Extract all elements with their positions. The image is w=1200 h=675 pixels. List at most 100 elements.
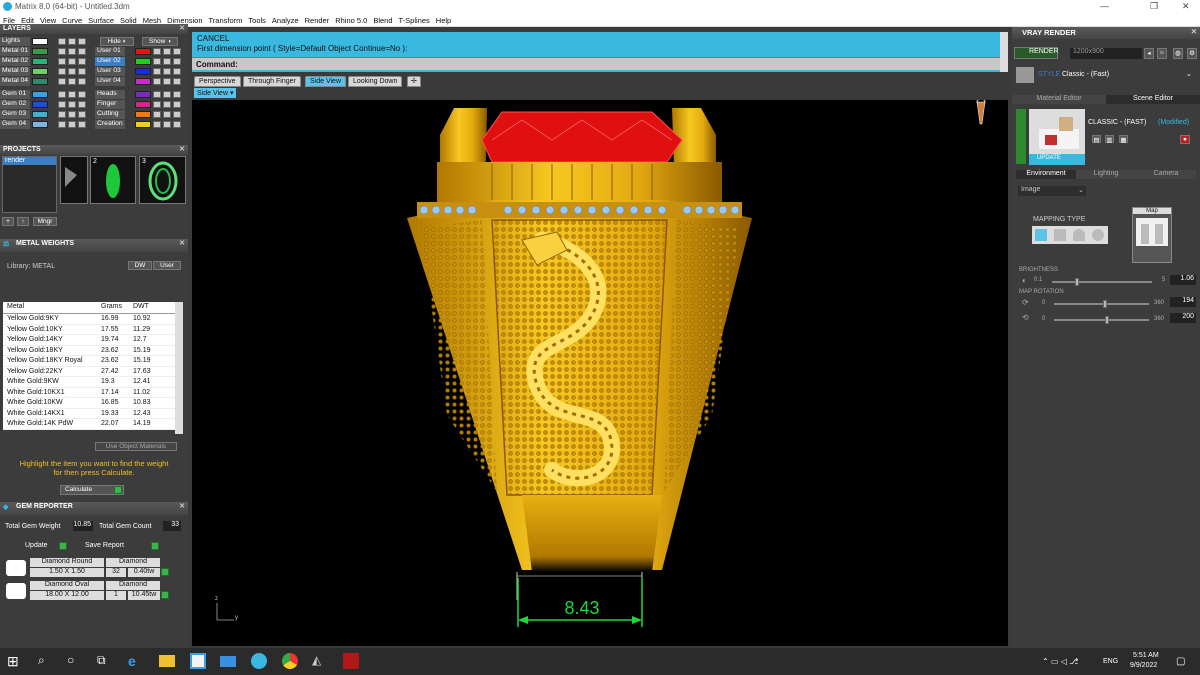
layer-row[interactable]: Lights xyxy=(0,37,90,46)
menu-render[interactable]: Render xyxy=(302,14,333,25)
windows-start-icon[interactable]: ⊞ xyxy=(7,653,23,669)
cortana-icon[interactable]: ○ xyxy=(67,653,83,669)
lock-icon[interactable] xyxy=(153,48,161,55)
select-icon[interactable] xyxy=(78,91,86,98)
select-icon[interactable] xyxy=(173,48,181,55)
store-icon[interactable] xyxy=(190,653,206,669)
layer-name[interactable]: Metal 01 xyxy=(0,47,30,56)
box-map-icon[interactable] xyxy=(1054,229,1066,241)
lock-icon[interactable] xyxy=(153,91,161,98)
brightness-slider[interactable] xyxy=(1052,278,1152,286)
lock-icon[interactable] xyxy=(58,111,66,118)
layer-row[interactable]: User 03 xyxy=(95,67,185,76)
visibility-icon[interactable] xyxy=(163,121,171,128)
chrome-icon[interactable] xyxy=(282,653,298,669)
delete-icon[interactable]: ● xyxy=(1180,135,1190,144)
lock-icon[interactable] xyxy=(58,91,66,98)
layer-row[interactable]: Gem 04 xyxy=(0,120,90,129)
menu-analyze[interactable]: Analyze xyxy=(269,14,302,25)
layer-name[interactable]: User 03 xyxy=(95,67,125,76)
up-project-button[interactable]: ↑ xyxy=(17,217,29,226)
project-thumb-1[interactable] xyxy=(60,156,88,204)
visibility-icon[interactable] xyxy=(68,48,76,55)
show-button[interactable]: Show ◑ xyxy=(142,37,178,46)
layer-name[interactable]: Creation xyxy=(95,120,125,129)
table-scrollbar[interactable] xyxy=(175,302,183,434)
sun-icon[interactable]: ☼ xyxy=(1157,48,1167,59)
layer-color-swatch[interactable] xyxy=(32,58,48,65)
lock-icon[interactable] xyxy=(58,58,66,65)
paste-icon[interactable]: ▦ xyxy=(1119,135,1128,144)
dw-toggle[interactable]: DW xyxy=(128,261,152,270)
layer-name[interactable]: Gem 03 xyxy=(0,110,30,119)
table-row[interactable]: White Gold:9KW 19.3 12.41 xyxy=(3,377,175,388)
table-row[interactable]: Yellow Gold:18KY Royal 23.62 15.19 xyxy=(3,356,175,367)
layer-row[interactable]: Cutting xyxy=(95,110,185,119)
select-icon[interactable] xyxy=(78,121,86,128)
save-report-button[interactable]: Save Report xyxy=(85,542,161,552)
lock-icon[interactable] xyxy=(153,58,161,65)
planar-map-icon[interactable] xyxy=(1035,229,1047,241)
menu-blend[interactable]: Blend xyxy=(370,14,395,25)
notification-icon[interactable]: ▢ xyxy=(1176,656,1185,667)
vray-icon[interactable] xyxy=(343,653,359,669)
table-row[interactable]: White Gold:14KX1 19.33 12.43 xyxy=(3,409,175,419)
layer-name[interactable]: User 04 xyxy=(95,77,125,86)
layer-row[interactable]: Gem 03 xyxy=(0,110,90,119)
maximize-button[interactable]: ❐ xyxy=(1150,1,1158,12)
table-row[interactable]: Yellow Gold:18KY 23.62 15.19 xyxy=(3,346,175,356)
layer-row[interactable]: Metal 01 xyxy=(0,47,90,56)
layer-name[interactable]: Lights xyxy=(0,37,30,46)
lock-icon[interactable] xyxy=(153,68,161,75)
lock-icon[interactable] xyxy=(58,68,66,75)
lock-icon[interactable] xyxy=(58,101,66,108)
task-view-icon[interactable]: ⧉ xyxy=(97,653,113,669)
lock-icon[interactable] xyxy=(58,121,66,128)
update-button[interactable]: Update xyxy=(25,542,69,552)
gem-row[interactable]: Diamond Round 1.50 X 1.50 Diamond 32 0.40tw xyxy=(4,558,169,578)
layer-row[interactable]: Gem 01 xyxy=(0,90,90,99)
menu-transform[interactable]: Transform xyxy=(206,14,246,25)
visibility-icon[interactable] xyxy=(68,91,76,98)
table-row[interactable]: Yellow Gold:14KY 19.74 12.7 xyxy=(3,335,175,346)
layer-name[interactable]: Gem 01 xyxy=(0,90,30,99)
layer-name[interactable]: Gem 04 xyxy=(0,120,30,129)
layer-name[interactable]: Metal 03 xyxy=(0,67,30,76)
layer-row[interactable]: Metal 03 xyxy=(0,67,90,76)
expand-handle[interactable] xyxy=(1016,109,1026,164)
lock-icon[interactable] xyxy=(153,121,161,128)
menu-tools[interactable]: Tools xyxy=(245,14,269,25)
visibility-icon[interactable] xyxy=(163,48,171,55)
language-indicator[interactable]: ENG xyxy=(1103,658,1118,665)
tab-camera[interactable]: Camera xyxy=(1136,170,1196,179)
layer-color-swatch[interactable] xyxy=(135,58,151,65)
layer-row[interactable]: Finger xyxy=(95,100,185,109)
slider-knob[interactable] xyxy=(1105,316,1110,324)
select-icon[interactable] xyxy=(78,101,86,108)
select-icon[interactable] xyxy=(78,78,86,85)
viewport-label[interactable]: Side View ▾ xyxy=(194,88,237,98)
environment-type-select[interactable]: Image ⌄ xyxy=(1018,186,1086,196)
visibility-icon[interactable] xyxy=(163,101,171,108)
layer-name[interactable]: Metal 04 xyxy=(0,77,30,86)
layer-name[interactable]: Cutting xyxy=(95,110,125,119)
project-thumb-3[interactable]: 3 xyxy=(139,156,186,204)
copy-icon[interactable]: ▥ xyxy=(1105,135,1114,144)
layer-row[interactable]: User 04 xyxy=(95,77,185,86)
tab-material-editor[interactable]: Material Editor xyxy=(1012,95,1106,104)
visibility-icon[interactable] xyxy=(68,38,76,45)
tab-looking-down[interactable]: Looking Down xyxy=(348,76,403,87)
close-icon[interactable]: ✕ xyxy=(179,145,185,153)
layer-row[interactable]: User 02 xyxy=(95,57,185,66)
file-explorer-icon[interactable] xyxy=(159,655,175,667)
tab-side-view[interactable]: Side View xyxy=(305,76,347,87)
close-icon[interactable]: ✕ xyxy=(179,502,185,510)
select-icon[interactable] xyxy=(78,38,86,45)
close-icon[interactable]: ✕ xyxy=(179,239,185,247)
tab-scene-editor[interactable]: Scene Editor xyxy=(1106,95,1200,104)
save-icon[interactable]: ▤ xyxy=(1092,135,1101,144)
layer-color-swatch[interactable] xyxy=(135,48,151,55)
layer-name[interactable]: Heads xyxy=(95,90,125,99)
layer-row[interactable]: Creation xyxy=(95,120,185,129)
mail-icon[interactable] xyxy=(220,656,236,667)
